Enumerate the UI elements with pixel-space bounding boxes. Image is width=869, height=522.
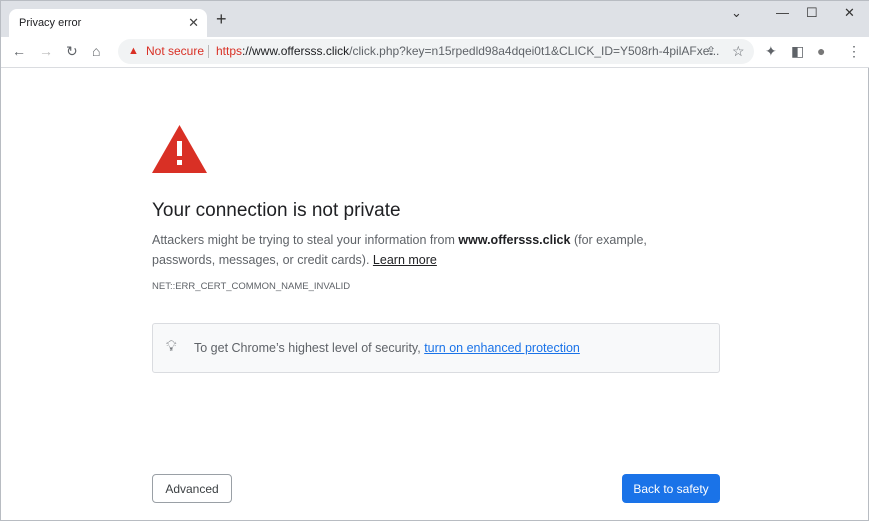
menu-icon[interactable]: ⋮ bbox=[847, 43, 861, 60]
lightbulb-icon: 💡︎ bbox=[166, 338, 177, 355]
share-icon[interactable]: ⇪ bbox=[706, 39, 716, 64]
tip-text: To get Chrome’s highest level of securit… bbox=[194, 341, 425, 355]
tab-search-icon[interactable]: ⌄ bbox=[731, 5, 742, 21]
interstitial-page: Your connection is not private Attackers… bbox=[1, 68, 869, 522]
divider bbox=[208, 45, 209, 58]
enhanced-protection-tip: 💡︎ To get Chrome’s highest level of secu… bbox=[152, 323, 720, 373]
url-scheme: https bbox=[216, 44, 243, 58]
profile-avatar-icon[interactable]: ● bbox=[817, 43, 825, 59]
minimize-button[interactable]: — bbox=[776, 5, 789, 20]
home-icon[interactable]: ⌂ bbox=[92, 43, 100, 59]
error-code: NET::ERR_CERT_COMMON_NAME_INVALID bbox=[152, 281, 351, 292]
advanced-button[interactable]: Advanced bbox=[152, 474, 232, 503]
desc-prefix: Attackers might be trying to steal your … bbox=[152, 233, 459, 247]
new-tab-button[interactable]: + bbox=[216, 9, 227, 30]
reload-icon[interactable]: ↻ bbox=[66, 43, 78, 60]
not-secure-label[interactable]: Not secure bbox=[146, 39, 204, 64]
close-tab-icon[interactable]: ✕ bbox=[188, 15, 199, 31]
domain: www.offersss.click bbox=[458, 233, 571, 247]
maximize-button[interactable]: ☐ bbox=[806, 5, 818, 21]
forward-icon[interactable]: → bbox=[39, 43, 53, 59]
url-host: ://www.offersss.click bbox=[242, 44, 350, 58]
page-title: Your connection is not private bbox=[152, 200, 401, 221]
address-bar[interactable]: ▲ Not secure https://www.offersss.click/… bbox=[118, 39, 754, 64]
tab-strip: Privacy error ✕ + ⌄ — ☐ ✕ bbox=[1, 1, 869, 37]
extensions-icon[interactable]: ✦ bbox=[765, 43, 777, 60]
description: Attackers might be trying to steal your … bbox=[152, 230, 712, 270]
tab-title: Privacy error bbox=[19, 17, 82, 29]
learn-more-link[interactable]: Learn more bbox=[373, 253, 437, 267]
back-to-safety-button[interactable]: Back to safety bbox=[622, 474, 720, 503]
enhanced-protection-link[interactable]: turn on enhanced protection bbox=[424, 341, 580, 355]
warning-triangle-icon bbox=[152, 125, 207, 173]
url-text[interactable]: https://www.offersss.click/click.php?key… bbox=[216, 39, 719, 64]
warning-icon: ▲ bbox=[128, 45, 139, 57]
close-window-button[interactable]: ✕ bbox=[844, 5, 855, 21]
side-panel-icon[interactable]: ◧ bbox=[791, 43, 804, 60]
back-icon[interactable]: ← bbox=[12, 43, 26, 59]
bookmark-star-icon[interactable]: ☆ bbox=[732, 39, 745, 64]
toolbar: ← → ↻ ⌂ ▲ Not secure https://www.offerss… bbox=[1, 37, 869, 68]
tab-privacy-error[interactable]: Privacy error ✕ bbox=[9, 9, 207, 37]
url-path: /click.php?key=n15rpedld98a4dqei0t1&CLIC… bbox=[349, 44, 720, 58]
